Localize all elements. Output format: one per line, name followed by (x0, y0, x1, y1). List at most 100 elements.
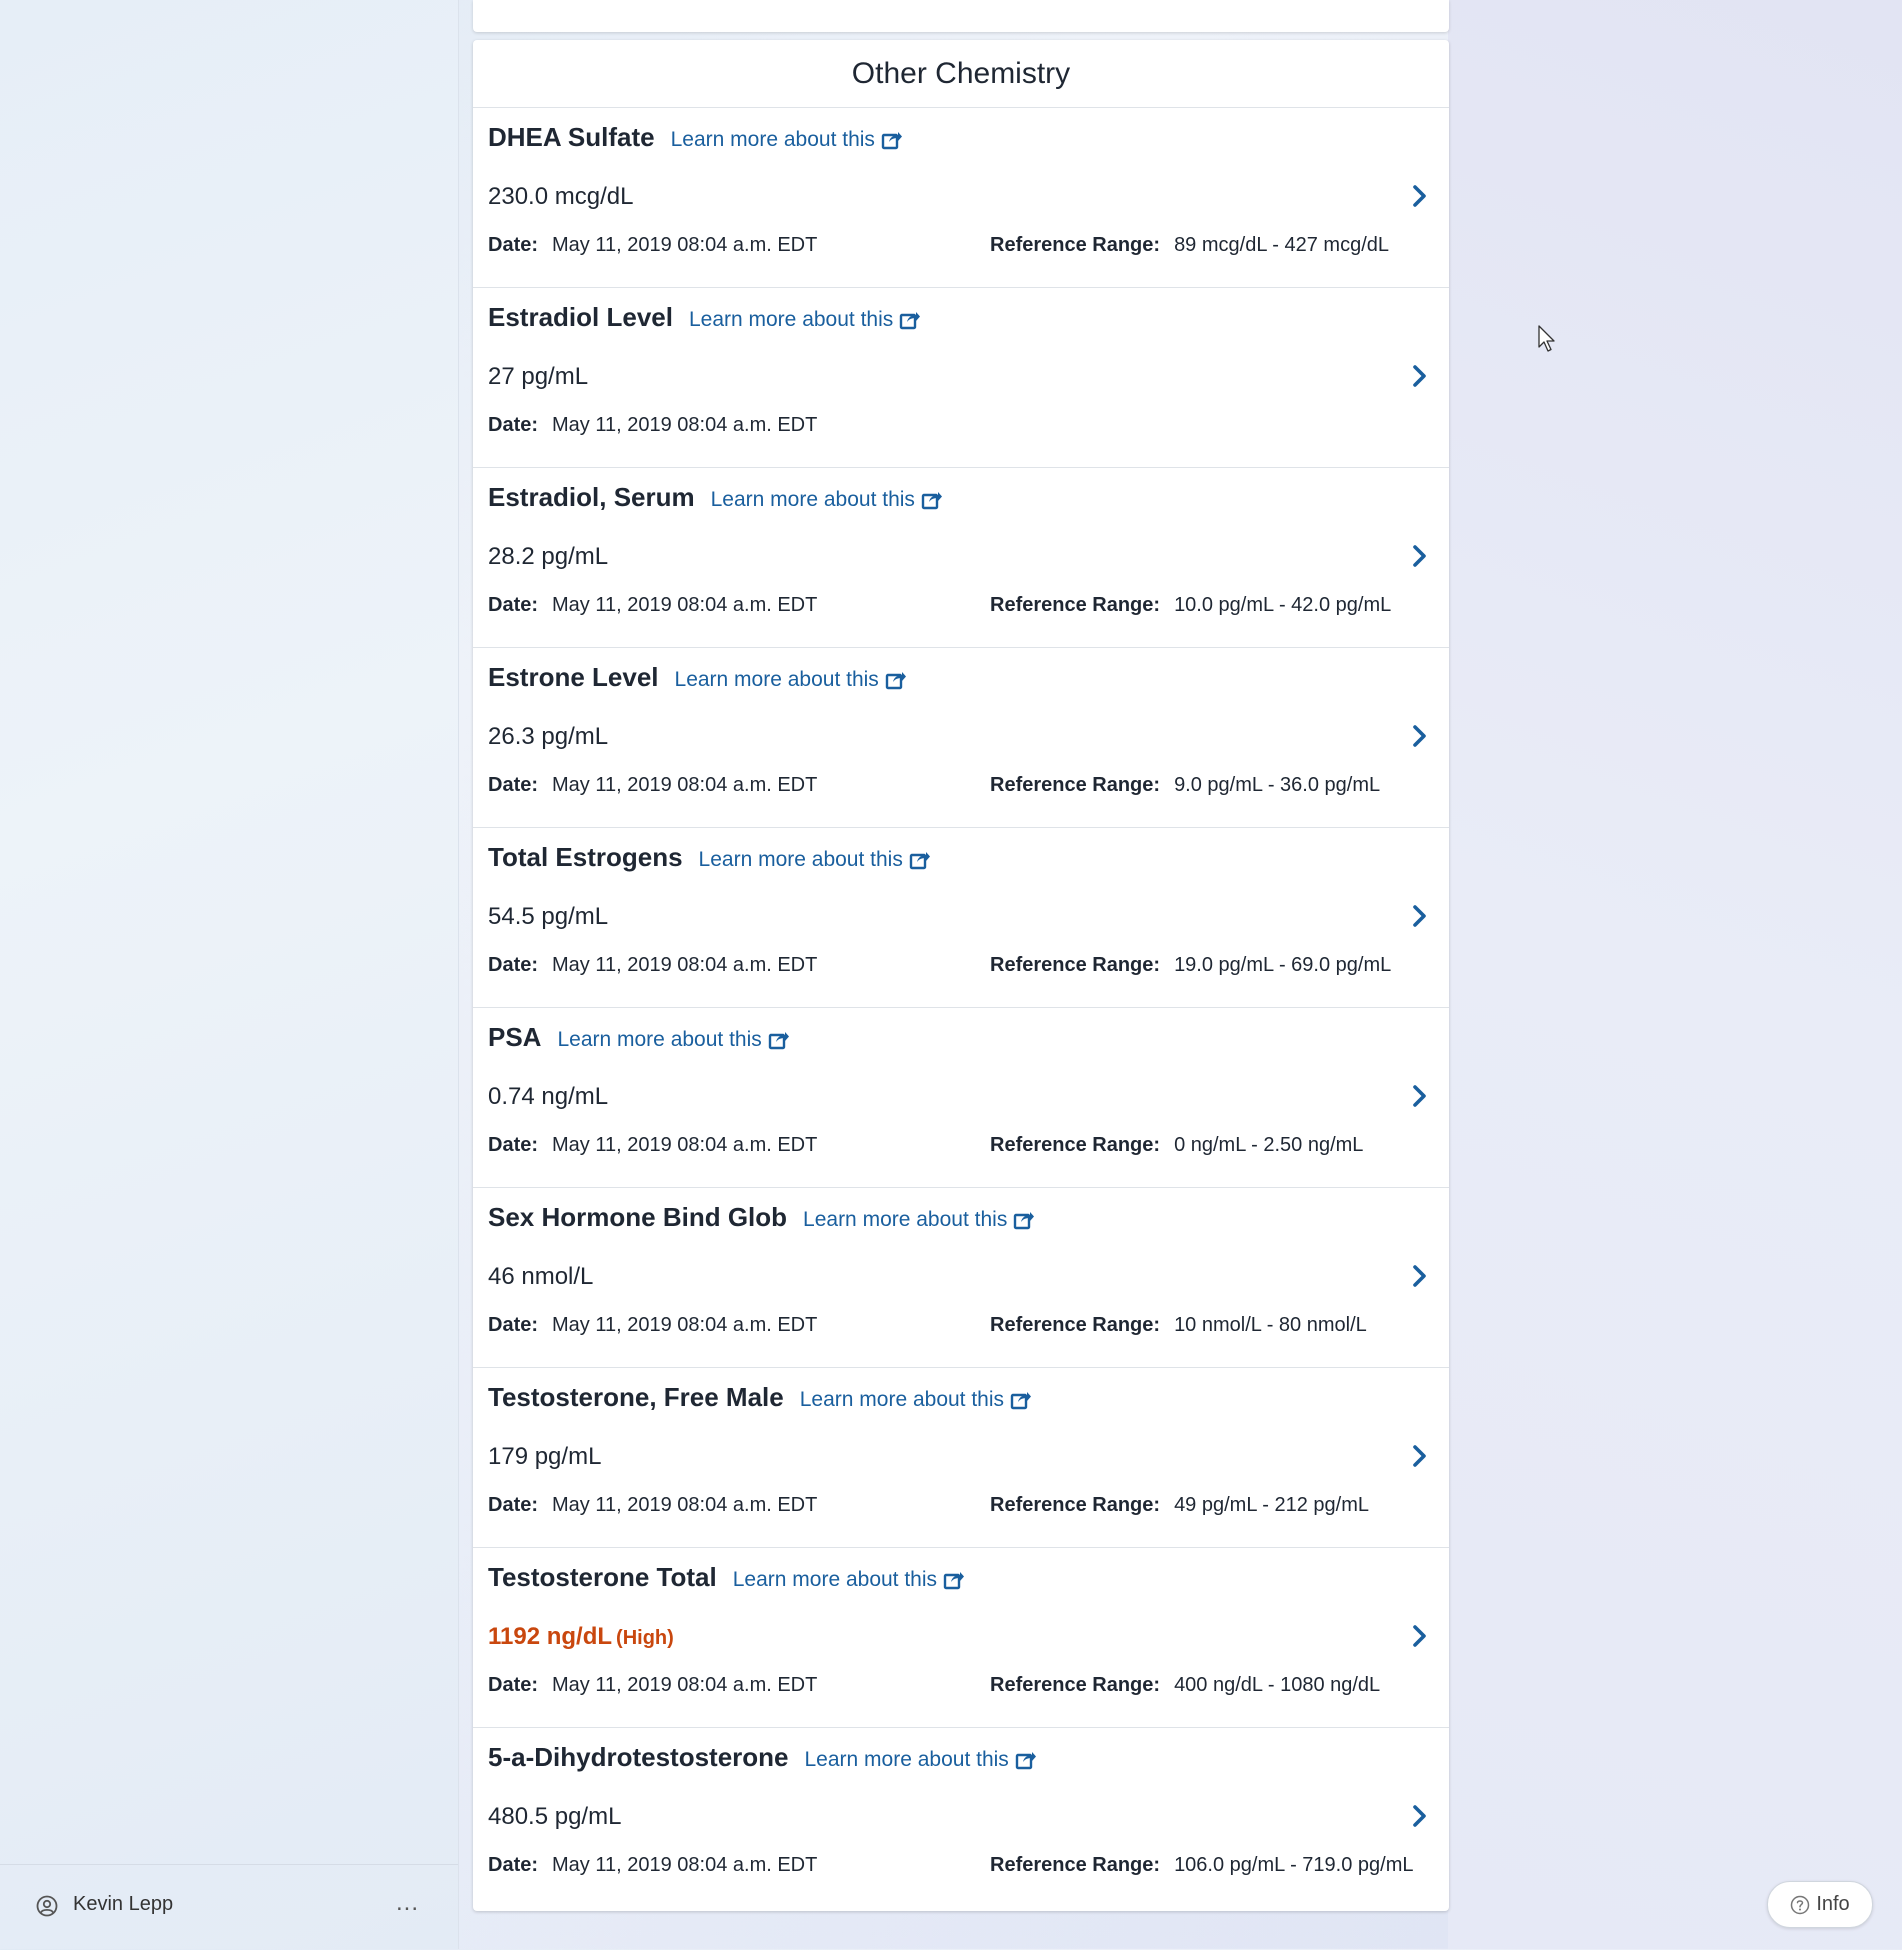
reference-value: 89 mcg/dL - 427 mcg/dL (1174, 234, 1389, 256)
more-options-button[interactable]: ... (396, 1889, 419, 1917)
result-date: Date: May 11, 2019 08:04 a.m. EDT (488, 774, 817, 797)
user-footer: Kevin Lepp ... (0, 1864, 458, 1950)
external-link-icon (768, 1032, 789, 1050)
result-item[interactable]: PSA Learn more about this 0.74 ng/mL Dat… (473, 1008, 1449, 1188)
result-reference: Reference Range: 0 ng/mL - 2.50 ng/mL (990, 1134, 1363, 1157)
result-item[interactable]: Estrone Level Learn more about this 26.3… (473, 648, 1449, 828)
external-link-icon (943, 1572, 965, 1590)
right-background (1448, 0, 1902, 1949)
result-date: Date: May 11, 2019 08:04 a.m. EDT (488, 414, 817, 437)
result-value: 480.5 pg/mL (488, 1803, 621, 1831)
learn-more-label: Learn more about this (674, 668, 879, 691)
learn-more-label: Learn more about this (557, 1028, 762, 1051)
left-sidebar (0, 0, 459, 1949)
result-reference: Reference Range: 10.0 pg/mL - 42.0 pg/mL (990, 594, 1391, 617)
result-item[interactable]: Sex Hormone Bind Glob Learn more about t… (473, 1188, 1449, 1368)
learn-more-link[interactable]: Learn more about this (805, 1748, 1037, 1772)
result-value-text: 28.2 pg/mL (488, 543, 609, 570)
result-item[interactable]: Estradiol Level Learn more about this 27… (473, 288, 1449, 468)
learn-more-link[interactable]: Learn more about this (803, 1208, 1035, 1232)
result-date: Date: May 11, 2019 08:04 a.m. EDT (488, 1314, 817, 1337)
result-date: Date: May 11, 2019 08:04 a.m. EDT (488, 1134, 817, 1157)
learn-more-label: Learn more about this (799, 1388, 1005, 1411)
learn-more-link[interactable]: Learn more about this (733, 1568, 965, 1592)
chevron-right-icon[interactable] (1411, 184, 1429, 208)
learn-more-label: Learn more about this (670, 128, 875, 151)
result-name: PSA (488, 1022, 542, 1052)
learn-more-link[interactable]: Learn more about this (699, 848, 931, 872)
question-circle-icon (1791, 1895, 1810, 1914)
previous-card-edge (473, 0, 1449, 32)
result-item[interactable]: DHEA Sulfate Learn more about this 230.0… (473, 108, 1449, 288)
chevron-right-icon[interactable] (1411, 1264, 1429, 1288)
user-circle-icon (36, 1895, 58, 1917)
learn-more-link[interactable]: Learn more about this (675, 668, 907, 692)
result-item[interactable]: Testosterone, Free Male Learn more about… (473, 1368, 1449, 1548)
date-label: Date: (488, 1134, 539, 1156)
result-value: 0.74 ng/mL (488, 1083, 608, 1111)
chevron-right-icon[interactable] (1411, 544, 1429, 568)
reference-label: Reference Range: (990, 594, 1161, 616)
result-name: DHEA Sulfate (488, 122, 655, 152)
chevron-right-icon[interactable] (1411, 1804, 1429, 1828)
result-date: Date: May 11, 2019 08:04 a.m. EDT (488, 1494, 817, 1517)
result-name: Total Estrogens (488, 842, 683, 872)
result-value-text: 26.3 pg/mL (488, 723, 609, 750)
date-value: May 11, 2019 08:04 a.m. EDT (552, 594, 818, 616)
info-label: Info (1816, 1893, 1850, 1915)
result-item[interactable]: Testosterone Total Learn more about this… (473, 1548, 1449, 1728)
result-value: 54.5 pg/mL (488, 903, 608, 931)
reference-value: 10.0 pg/mL - 42.0 pg/mL (1174, 594, 1392, 616)
chevron-right-icon[interactable] (1411, 904, 1429, 928)
result-date: Date: May 11, 2019 08:04 a.m. EDT (488, 1674, 817, 1697)
reference-value: 9.0 pg/mL - 36.0 pg/mL (1174, 774, 1381, 796)
result-name: Estrone Level (488, 662, 659, 692)
external-link-icon (900, 312, 921, 330)
result-header: Testosterone Total Learn more about this (488, 1562, 965, 1593)
reference-label: Reference Range: (990, 1494, 1161, 1516)
result-value-text: 1192 ng/dL (488, 1623, 613, 1650)
result-reference: Reference Range: 10 nmol/L - 80 nmol/L (990, 1314, 1367, 1337)
mouse-cursor-icon (1538, 325, 1555, 352)
learn-more-label: Learn more about this (804, 1748, 1009, 1771)
learn-more-link[interactable]: Learn more about this (800, 1388, 1032, 1412)
date-value: May 11, 2019 08:04 a.m. EDT (552, 1674, 818, 1696)
result-reference: Reference Range: 19.0 pg/mL - 69.0 pg/mL (990, 954, 1391, 977)
result-date: Date: May 11, 2019 08:04 a.m. EDT (488, 954, 817, 977)
learn-more-link[interactable]: Learn more about this (711, 488, 943, 512)
date-value: May 11, 2019 08:04 a.m. EDT (552, 774, 818, 796)
result-name: Estradiol Level (488, 302, 673, 332)
result-header: Testosterone, Free Male Learn more about… (488, 1382, 1032, 1413)
external-link-icon (885, 672, 906, 690)
learn-more-label: Learn more about this (710, 488, 915, 511)
result-name: Testosterone Total (488, 1562, 717, 1592)
date-value: May 11, 2019 08:04 a.m. EDT (552, 1494, 818, 1516)
result-item[interactable]: Estradiol, Serum Learn more about this 2… (473, 468, 1449, 648)
date-value: May 11, 2019 08:04 a.m. EDT (552, 414, 818, 436)
chevron-right-icon[interactable] (1411, 364, 1429, 388)
result-item[interactable]: Total Estrogens Learn more about this 54… (473, 828, 1449, 1008)
chevron-right-icon[interactable] (1411, 1084, 1429, 1108)
date-label: Date: (488, 414, 539, 436)
result-value: 1192 ng/dL (High) (488, 1623, 674, 1651)
learn-more-link[interactable]: Learn more about this (557, 1028, 789, 1052)
result-value-text: 27 pg/mL (488, 363, 589, 390)
learn-more-link[interactable]: Learn more about this (689, 308, 921, 332)
result-header: Total Estrogens Learn more about this (488, 842, 931, 873)
date-label: Date: (488, 774, 539, 796)
date-value: May 11, 2019 08:04 a.m. EDT (552, 1134, 818, 1156)
info-button[interactable]: Info (1767, 1881, 1873, 1928)
date-label: Date: (488, 594, 539, 616)
results-list: DHEA Sulfate Learn more about this 230.0… (473, 108, 1449, 1907)
result-header: Sex Hormone Bind Glob Learn more about t… (488, 1202, 1035, 1233)
chevron-right-icon[interactable] (1411, 1624, 1429, 1648)
result-item[interactable]: 5-a-Dihydrotestosterone Learn more about… (473, 1728, 1449, 1907)
chevron-right-icon[interactable] (1411, 724, 1429, 748)
chevron-right-icon[interactable] (1411, 1444, 1429, 1468)
date-value: May 11, 2019 08:04 a.m. EDT (552, 1314, 818, 1336)
date-label: Date: (488, 954, 539, 976)
reference-value: 0 ng/mL - 2.50 ng/mL (1174, 1134, 1364, 1156)
user-name[interactable]: Kevin Lepp (73, 1893, 173, 1916)
date-label: Date: (488, 1494, 539, 1516)
learn-more-link[interactable]: Learn more about this (671, 128, 903, 152)
